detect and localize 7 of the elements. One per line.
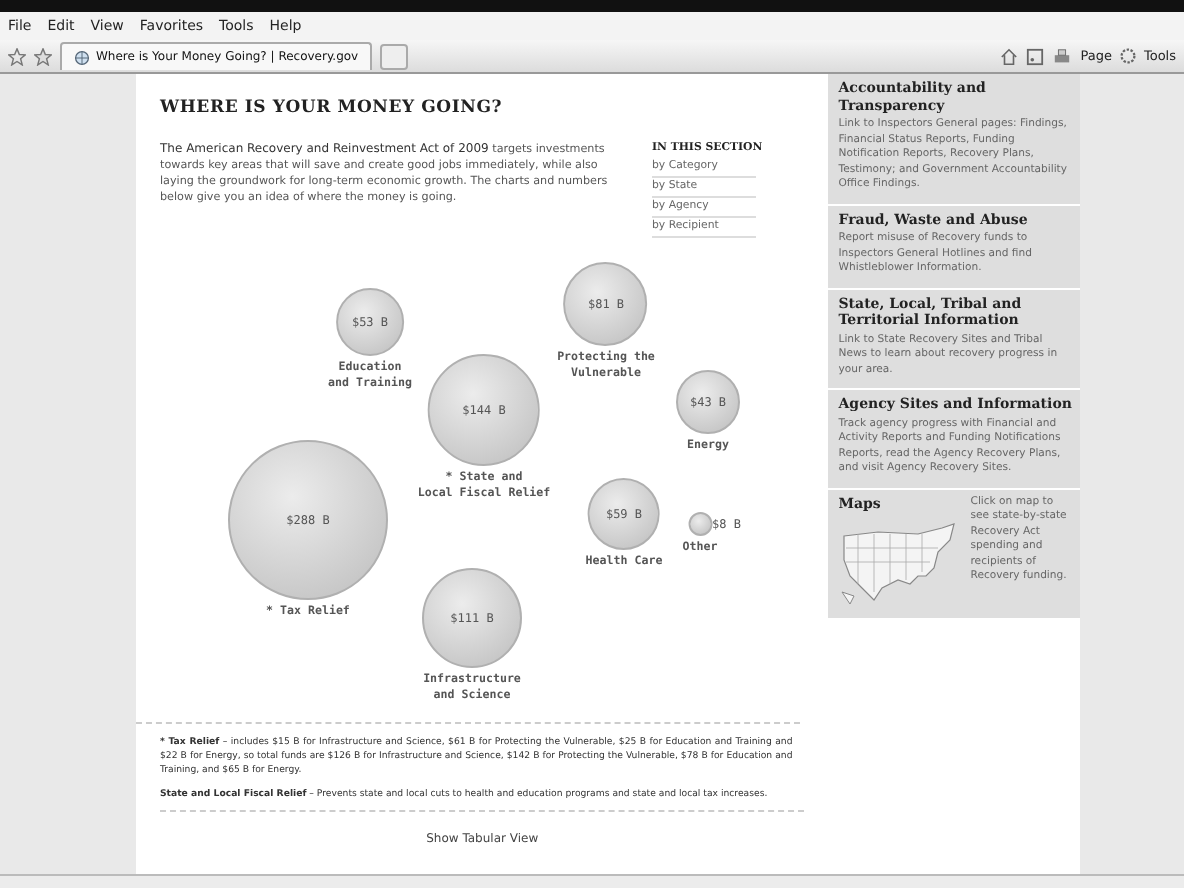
star-add-icon[interactable]	[34, 47, 52, 65]
home-icon[interactable]	[1000, 47, 1019, 65]
page-title: WHERE IS YOUR MONEY GOING?	[160, 98, 505, 118]
print-icon[interactable]	[1052, 47, 1073, 65]
new-tab-button[interactable]	[380, 43, 409, 69]
globe-page-icon	[74, 49, 90, 65]
star-icon[interactable]	[8, 47, 26, 65]
